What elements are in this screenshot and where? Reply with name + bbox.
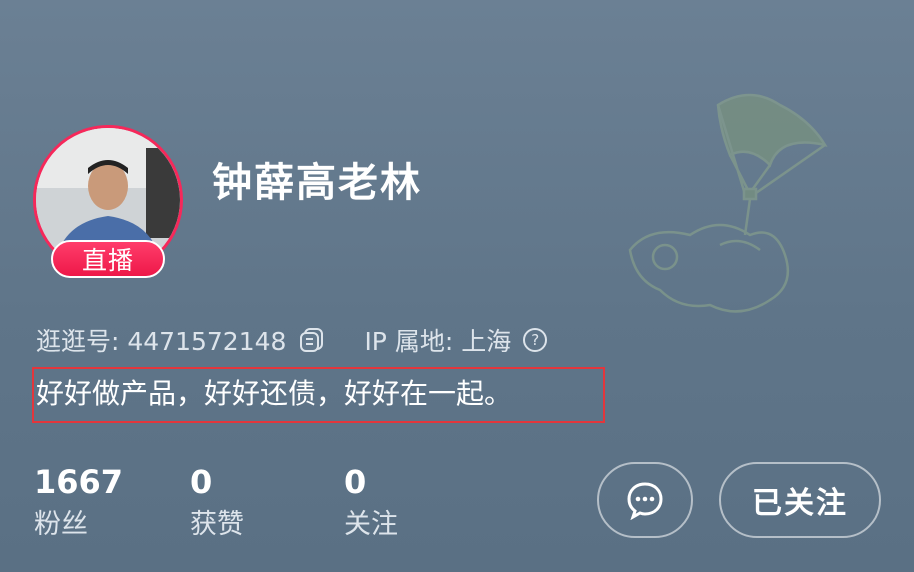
copy-icon[interactable]	[298, 326, 326, 354]
stat-following[interactable]: 0 关注	[344, 462, 398, 542]
profile-bio: 好好做产品，好好还债，好好在一起。	[36, 377, 513, 410]
followers-count: 1667	[34, 463, 124, 501]
likes-label: 获赞	[190, 509, 244, 540]
parachute-mascot-illustration	[628, 93, 828, 313]
following-count: 0	[344, 463, 367, 501]
live-badge[interactable]: 直播	[51, 240, 165, 278]
message-button[interactable]	[597, 462, 693, 538]
followers-label: 粉丝	[34, 509, 88, 540]
account-id: 逛逛号: 4471572148	[36, 327, 287, 356]
likes-count: 0	[190, 463, 213, 501]
ip-location: IP 属地: 上海	[364, 327, 512, 356]
following-label: 关注	[344, 509, 398, 540]
meta-row: 逛逛号: 4471572148 IP 属地: 上海 ?	[36, 320, 548, 360]
help-icon[interactable]: ?	[523, 328, 548, 352]
chat-bubble-icon	[627, 482, 663, 520]
profile-username: 钟薛高老林	[212, 160, 422, 206]
avatar[interactable]: 直播	[33, 125, 183, 278]
stat-likes[interactable]: 0 获赞	[190, 462, 244, 542]
follow-button[interactable]: 已关注	[719, 462, 881, 538]
stat-followers[interactable]: 1667 粉丝	[34, 462, 123, 542]
